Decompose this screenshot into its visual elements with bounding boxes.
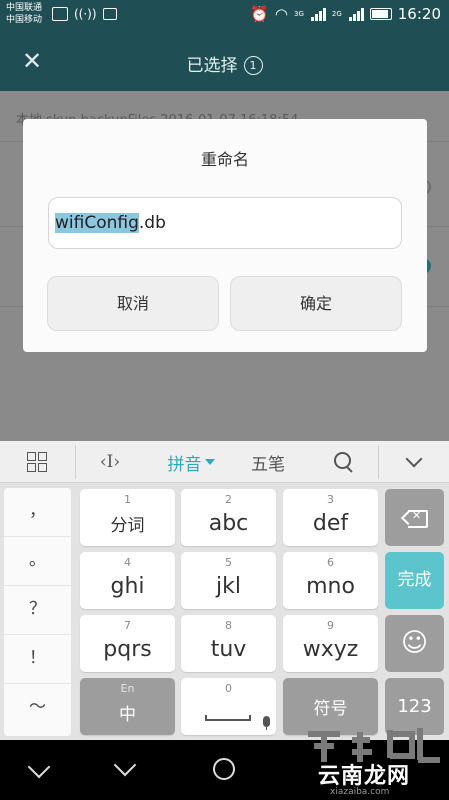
done-label: 完成 <box>397 570 432 590</box>
separator <box>75 445 76 479</box>
space-key[interactable]: 0 <box>181 678 276 735</box>
symbol-list[interactable]: ， 。 ？ ！ ～ <box>4 488 71 736</box>
key-label: mno <box>306 574 355 599</box>
symbol-tilde[interactable]: ～ <box>4 684 71 733</box>
t9-keyboard: ， 。 ？ ！ ～ 1 分词 2 abc 3 def 4 ghi 5 jkl 6… <box>0 483 449 740</box>
key-8-tuv[interactable]: 8 tuv <box>181 615 276 672</box>
key-number: 2 <box>225 493 232 506</box>
hide-keyboard-button[interactable] <box>392 441 436 483</box>
selection-title-text: 已选择 <box>186 56 238 76</box>
ime-menu-button[interactable] <box>18 441 56 483</box>
key-number: 8 <box>225 619 232 632</box>
chevron-down-icon <box>405 450 423 468</box>
key-label: 符号 <box>313 699 348 719</box>
microphone-icon <box>263 716 270 730</box>
symbol-exclaim[interactable]: ！ <box>4 635 71 684</box>
key-7-pqrs[interactable]: 7 pqrs <box>80 615 175 672</box>
home-icon[interactable] <box>213 758 235 780</box>
pinyin-mode-button[interactable]: 拼音 <box>158 441 224 483</box>
carrier-labels: 中国联通 中国移动 <box>6 2 42 26</box>
key-label: 分词 <box>110 516 145 536</box>
signal-icon-1 <box>310 7 326 21</box>
key-number: 5 <box>225 556 232 569</box>
signal-icon-2 <box>348 7 364 21</box>
key-3-def[interactable]: 3 def <box>283 489 378 546</box>
watermark-text: 云南龙网 <box>318 764 411 789</box>
key-number: 7 <box>124 619 131 632</box>
key-label: def <box>312 511 349 536</box>
wifi-icon: ◠ <box>274 5 288 23</box>
pinyin-label: 拼音 <box>167 454 202 475</box>
selection-title: 已选择 1 <box>0 51 449 76</box>
screen-icon <box>102 8 117 20</box>
key-number: 3 <box>327 493 334 506</box>
key-9-wxyz[interactable]: 9 wxyz <box>283 615 378 672</box>
delete-key[interactable] <box>385 489 444 546</box>
watermark-url: xiazaiba.com <box>330 787 390 797</box>
symbol-period[interactable]: 。 <box>4 537 71 586</box>
key-number: En <box>120 682 135 695</box>
net-type-2: 2G <box>331 10 342 18</box>
cursor-move-button[interactable]: ‹I› <box>88 441 132 483</box>
key-6-mno[interactable]: 6 mno <box>283 552 378 609</box>
net-type-1: 3G <box>293 10 304 18</box>
backspace-icon <box>400 509 428 528</box>
emoji-key[interactable]: ☺ <box>385 615 444 672</box>
key-label: wxyz <box>302 637 359 662</box>
done-key[interactable]: 完成 <box>385 552 444 609</box>
key-label: abc <box>208 511 249 536</box>
dialog-title: 重命名 <box>200 150 249 169</box>
wubi-label: 五笔 <box>251 454 285 475</box>
alarm-icon: ⏰ <box>250 5 269 23</box>
app-bar: ✕ 已选择 1 <box>0 31 449 91</box>
image-icon <box>52 7 68 21</box>
clock: 16:20 <box>397 5 441 23</box>
filename-selected-text: wifiConfig <box>55 213 139 233</box>
key-number: 1 <box>124 493 131 506</box>
key-4-ghi[interactable]: 4 ghi <box>80 552 175 609</box>
space-bar-icon <box>205 715 251 721</box>
filename-extension: .db <box>138 213 166 233</box>
hotspot-icon: ((·)) <box>74 7 97 21</box>
symbol-question[interactable]: ？ <box>4 586 71 635</box>
key-label: tuv <box>210 637 247 662</box>
lang-switch-key[interactable]: En 中 <box>80 678 175 735</box>
smiley-icon: ☺ <box>400 628 429 658</box>
key-1-fenci[interactable]: 1 分词 <box>80 489 175 546</box>
confirm-button[interactable]: 确定 <box>230 276 402 331</box>
ime-search-button[interactable] <box>322 441 366 483</box>
back-icon[interactable] <box>27 755 51 779</box>
key-5-jkl[interactable]: 5 jkl <box>181 552 276 609</box>
search-icon <box>333 451 355 473</box>
cancel-button[interactable]: 取消 <box>47 276 219 331</box>
battery-icon <box>369 8 392 20</box>
key-label: 中 <box>119 705 136 725</box>
status-bar: 中国联通 中国移动 ((·)) ⏰ ◠ 3G 2G 16:20 <box>0 0 449 31</box>
rename-dialog: 重命名 wifiConfig .db 取消 确定 <box>23 119 427 352</box>
separator <box>378 445 379 479</box>
selected-count-badge: 1 <box>243 56 263 75</box>
key-number: 4 <box>124 556 131 569</box>
key-label: pqrs <box>103 637 152 662</box>
key-label: jkl <box>216 574 241 599</box>
status-icons-right: ⏰ ◠ 3G 2G 16:20 <box>250 5 441 23</box>
key-2-abc[interactable]: 2 abc <box>181 489 276 546</box>
key-number: 0 <box>225 682 232 695</box>
text-cursor-icon: ‹I› <box>99 452 121 472</box>
key-label: ghi <box>110 574 145 599</box>
symbol-comma[interactable]: ， <box>4 488 71 537</box>
carrier-1: 中国联通 <box>6 3 43 13</box>
key-number: 9 <box>327 619 334 632</box>
wubi-mode-button[interactable]: 五笔 <box>240 441 296 483</box>
dropdown-triangle-icon <box>204 459 215 465</box>
ime-toolbar: ‹I› 拼音 五笔 <box>0 441 449 483</box>
grid-icon <box>27 452 47 472</box>
notification-icons: ((·)) <box>52 7 117 21</box>
hide-keyboard-nav-icon[interactable] <box>113 753 137 777</box>
key-number: 6 <box>327 556 334 569</box>
filename-input[interactable]: wifiConfig .db <box>48 197 402 249</box>
carrier-2: 中国移动 <box>6 15 43 25</box>
